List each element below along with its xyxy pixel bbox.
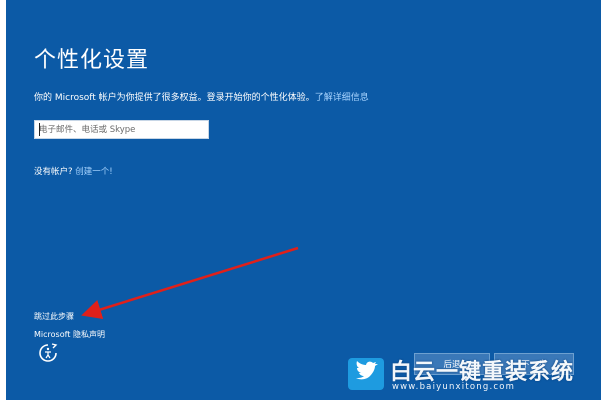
page-title: 个性化设置 [34, 48, 150, 73]
ease-of-access-icon[interactable] [36, 342, 60, 364]
privacy-statement-link[interactable]: Microsoft 隐私声明 [34, 329, 105, 340]
no-account-row: 没有帐户? 创建一个! [34, 165, 113, 177]
learn-more-link[interactable]: 了解详细信息 [315, 93, 369, 103]
description: 你的 Microsoft 帐户为你提供了很多权益。登录开始你的个性化体验。了解详… [34, 90, 369, 103]
email-phone-skype-input[interactable] [34, 120, 209, 139]
create-account-link[interactable]: 创建一个! [75, 167, 112, 177]
oobe-screen: 个性化设置 你的 Microsoft 帐户为你提供了很多权益。登录开始你的个性化… [6, 0, 601, 400]
no-account-text: 没有帐户? [34, 167, 73, 177]
next-button[interactable]: 下一步 [494, 353, 574, 375]
back-button[interactable]: 后退 [414, 353, 490, 375]
skip-step-link[interactable]: 跳过此步骤 [34, 311, 74, 322]
description-text: 你的 Microsoft 帐户为你提供了很多权益。登录开始你的个性化体验。 [34, 93, 315, 103]
text-caret [39, 123, 40, 136]
